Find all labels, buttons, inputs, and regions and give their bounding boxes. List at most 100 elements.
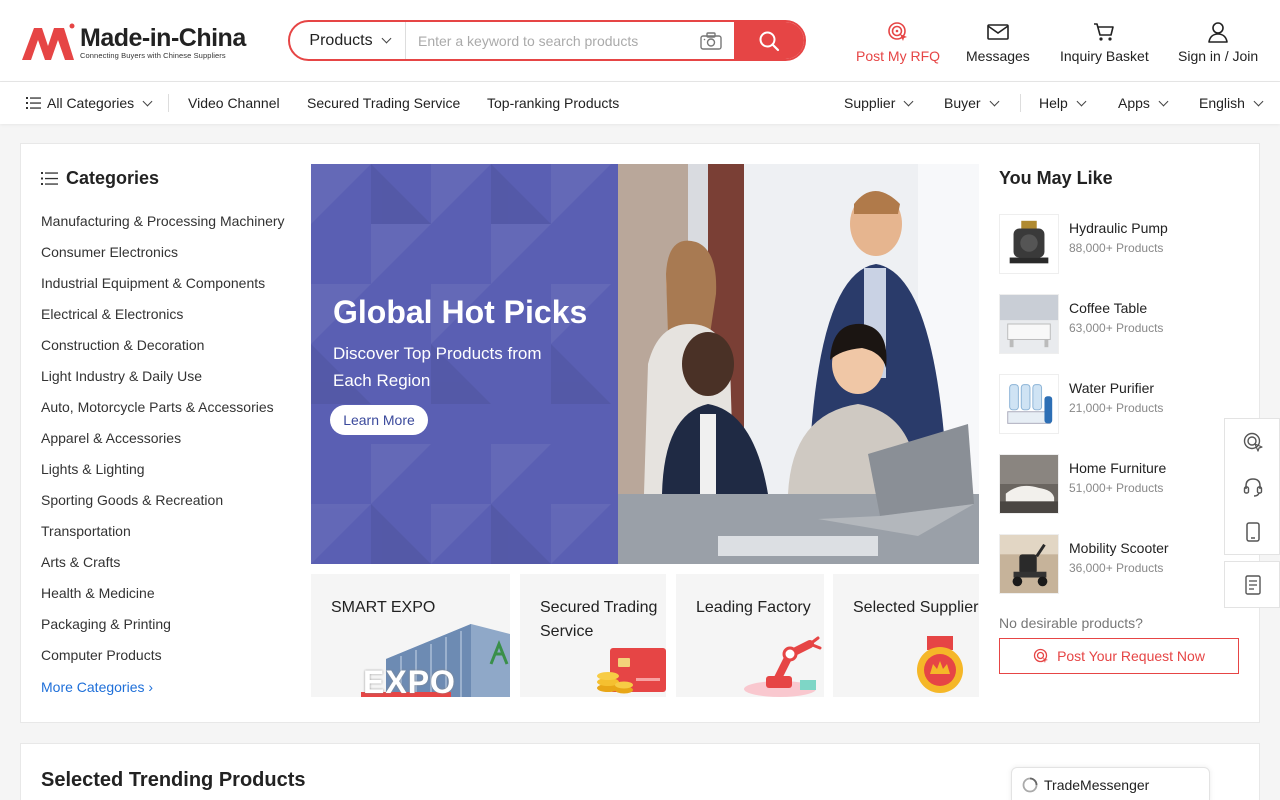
nav-divider (168, 94, 169, 112)
credit-card-coins-icon (597, 648, 666, 694)
chevron-down-icon (989, 96, 1000, 106)
search-button[interactable] (734, 22, 804, 59)
nav-secured-trading[interactable]: Secured Trading Service (307, 82, 460, 124)
chevron-down-icon (903, 96, 914, 106)
recommended-product[interactable]: Home Furniture 51,000+ Products (999, 454, 1249, 514)
business-team-image (618, 164, 979, 564)
category-item[interactable]: Health & Medicine (41, 585, 285, 616)
recommended-product[interactable]: Hydraulic Pump 88,000+ Products (999, 214, 1249, 274)
post-request-button[interactable]: Post Your Request Now (999, 638, 1239, 674)
nav-top-ranking[interactable]: Top-ranking Products (487, 82, 619, 124)
nav-help-menu[interactable]: Help (1039, 82, 1087, 124)
secured-trading-tile[interactable]: Secured Trading Service (520, 574, 666, 697)
category-item[interactable]: Transportation (41, 523, 285, 554)
category-list: Manufacturing & Processing Machinery Con… (41, 213, 285, 678)
water-purifier-image (999, 374, 1059, 434)
product-count: 36,000+ Products (1069, 561, 1164, 575)
more-categories-link[interactable]: More Categories › (41, 679, 153, 695)
trade-messenger-label: TradeMessenger (1044, 777, 1150, 793)
learn-more-button[interactable]: Learn More (330, 405, 428, 435)
nav-language-menu[interactable]: English (1199, 82, 1264, 124)
list-icon (26, 97, 41, 109)
recommended-product[interactable]: Coffee Table 63,000+ Products (999, 294, 1249, 354)
trade-messenger-widget[interactable]: TradeMessenger (1011, 767, 1210, 800)
category-item[interactable]: Industrial Equipment & Components (41, 275, 285, 306)
all-categories-menu[interactable]: All Categories (26, 82, 153, 124)
tile-label: Secured Trading Service (540, 599, 658, 640)
product-name: Coffee Table (1069, 300, 1148, 316)
chevron-right-icon: › (148, 679, 154, 695)
chevron-down-icon (1076, 96, 1087, 106)
camera-search-icon[interactable] (688, 22, 734, 59)
nav-buyer-menu[interactable]: Buyer (944, 82, 1000, 124)
search-bar: Products (288, 20, 806, 61)
leading-factory-tile[interactable]: Leading Factory (676, 574, 824, 697)
inquiry-basket-link[interactable]: Inquiry Basket (1060, 20, 1149, 64)
home-furniture-image (999, 454, 1059, 514)
search-type-dropdown[interactable]: Products (290, 22, 406, 59)
logo-mark-icon (22, 23, 75, 60)
side-feedback-button[interactable] (1225, 562, 1280, 607)
main-panel: Categories Manufacturing & Processing Ma… (20, 143, 1260, 723)
brand-tagline: Connecting Buyers with Chinese Suppliers (80, 50, 226, 60)
more-categories-label: More Categories (41, 679, 145, 695)
category-item[interactable]: Packaging & Printing (41, 616, 285, 647)
nav-supplier-menu[interactable]: Supplier (844, 82, 914, 124)
category-item[interactable]: Apparel & Accessories (41, 430, 285, 461)
tile-label: Selected Supplier (853, 599, 979, 616)
category-item[interactable]: Consumer Electronics (41, 244, 285, 275)
product-name: Home Furniture (1069, 460, 1167, 476)
sign-in-label: Sign in / Join (1178, 48, 1259, 64)
expo-overlay-text: EXPO (363, 664, 456, 697)
categories-title: Categories (66, 168, 160, 188)
category-item[interactable]: Manufacturing & Processing Machinery (41, 213, 285, 244)
nav-apps-menu[interactable]: Apps (1118, 82, 1169, 124)
product-count: 63,000+ Products (1069, 321, 1164, 335)
search-type-label: Products (309, 31, 373, 49)
recommended-product[interactable]: Water Purifier 21,000+ Products (999, 374, 1249, 434)
post-rfq-label: Post My RFQ (856, 48, 941, 64)
category-item[interactable]: Lights & Lighting (41, 461, 285, 492)
nav-top-ranking-label: Top-ranking Products (487, 95, 620, 111)
side-app-button[interactable] (1225, 509, 1280, 554)
post-request-label: Post Your Request Now (1057, 648, 1205, 664)
post-rfq-link[interactable]: Post My RFQ (856, 20, 940, 64)
cart-icon (1092, 20, 1116, 44)
brand-logo[interactable]: Made-in-China Connecting Buyers with Chi… (20, 20, 250, 64)
hero-banner[interactable]: Global Hot Picks Discover Top Products f… (311, 164, 979, 564)
nav-help-label: Help (1039, 95, 1068, 111)
category-item[interactable]: Auto, Motorcycle Parts & Accessories (41, 399, 285, 430)
category-item[interactable]: Computer Products (41, 647, 285, 678)
category-item[interactable]: Electrical & Electronics (41, 306, 285, 337)
robot-arm-icon (744, 636, 822, 697)
smart-expo-tile[interactable]: SMART EXPO EXPO (311, 574, 510, 697)
nav-language-label: English (1199, 95, 1245, 111)
brand-name: Made-in-China (80, 23, 246, 52)
search-input[interactable] (406, 22, 688, 59)
side-support-button[interactable] (1225, 464, 1280, 509)
nav-video-channel[interactable]: Video Channel (188, 82, 280, 124)
rfq-target-icon (1033, 648, 1049, 663)
product-name: Hydraulic Pump (1069, 220, 1168, 236)
banner-title: Global Hot Picks (333, 294, 588, 330)
coffee-table-image (999, 294, 1059, 354)
selected-supplier-tile[interactable]: Selected Supplier (833, 574, 979, 697)
nav-video-channel-label: Video Channel (188, 95, 280, 111)
sign-in-link[interactable]: Sign in / Join (1178, 20, 1258, 64)
nav-bar: All Categories Video Channel Secured Tra… (0, 82, 1280, 124)
messages-link[interactable]: Messages (966, 20, 1030, 64)
side-tool-group (1224, 561, 1280, 608)
recommended-product[interactable]: Mobility Scooter 36,000+ Products (999, 534, 1249, 594)
category-item[interactable]: Light Industry & Daily Use (41, 368, 285, 399)
user-icon (1207, 20, 1229, 44)
category-item[interactable]: Construction & Decoration (41, 337, 285, 368)
you-may-like-title: You May Like (999, 168, 1113, 188)
no-desirable-text: No desirable products? (999, 615, 1143, 631)
category-item[interactable]: Sporting Goods & Recreation (41, 492, 285, 523)
rfq-target-icon (886, 20, 910, 44)
category-item[interactable]: Arts & Crafts (41, 554, 285, 585)
all-categories-label: All Categories (47, 95, 135, 111)
product-count: 51,000+ Products (1069, 481, 1164, 495)
nav-supplier-label: Supplier (844, 95, 896, 111)
side-rfq-button[interactable] (1225, 419, 1280, 464)
